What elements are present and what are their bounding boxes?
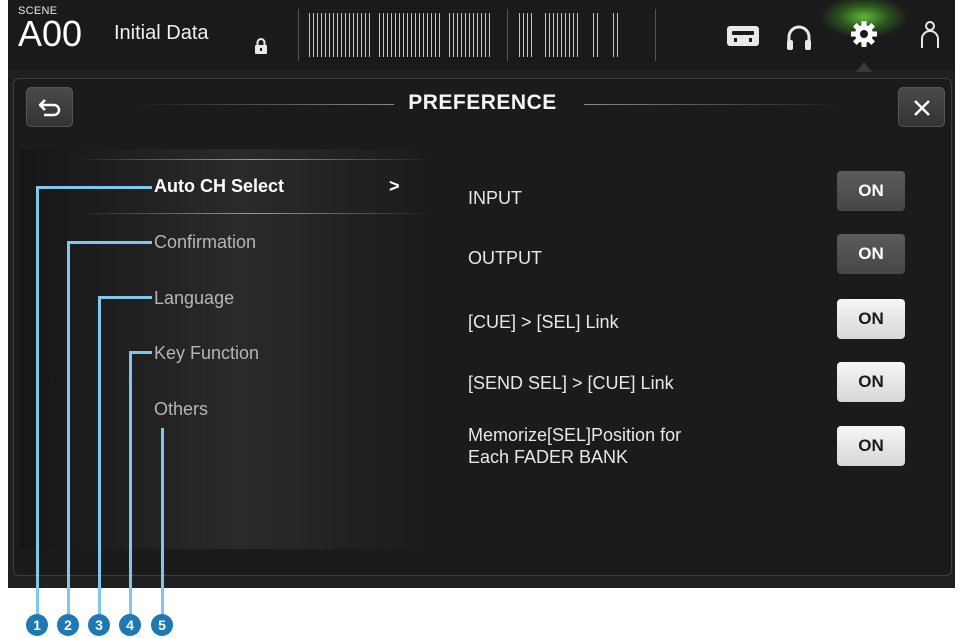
selection-bottom-line [74, 213, 434, 214]
toggle-output-on[interactable]: ON [837, 234, 905, 274]
menu-item-confirmation[interactable]: Confirmation [154, 232, 256, 253]
close-icon [914, 100, 930, 116]
channel-meter-bar [298, 9, 656, 61]
callout-1-leader [36, 186, 39, 626]
setting-label-send-sel-cue-link: [SEND SEL] > [CUE] Link [468, 373, 674, 393]
toggle-send-sel-cue-link-on[interactable]: ON [837, 362, 905, 402]
toggle-cue-sel-link-on[interactable]: ON [837, 299, 905, 339]
setting-label-line-1: Memorize[SEL]Position for [468, 425, 682, 445]
callout-number-5: 5 [151, 614, 173, 636]
meter-group-4 [519, 13, 533, 57]
menu-item-auto-ch-select[interactable]: Auto CH Select [154, 176, 284, 197]
preference-panel: PREFERENCE Auto CH Select > Confirmation… [13, 78, 952, 576]
callout-number-3: 3 [88, 614, 110, 636]
callout-4-leader [129, 351, 132, 626]
setting-label-input: INPUT [468, 188, 522, 208]
menu-item-key-function[interactable]: Key Function [154, 343, 259, 364]
callout-5-leader [161, 428, 164, 626]
setting-label-line-2: Each FADER BANK [468, 447, 629, 467]
lock-icon [255, 38, 267, 54]
back-arrow-icon [38, 99, 61, 117]
title-divider-right [584, 104, 844, 105]
callout-4-connector [129, 351, 152, 354]
callout-3-leader [98, 296, 101, 626]
back-button[interactable] [26, 87, 73, 127]
toggle-input-on[interactable]: ON [837, 171, 905, 211]
callout-number-1: 1 [26, 614, 48, 636]
callout-3-connector [98, 296, 152, 299]
meter-group-1 [309, 13, 371, 57]
callout-1-connector [36, 186, 152, 189]
setting-label-cue-sel-link: [CUE] > [SEL] Link [468, 312, 619, 332]
meter-separator [507, 9, 508, 61]
scene-name[interactable]: Initial Data [114, 22, 209, 45]
mixer-screen: SCENE A00 Initial Data PREFERENCE Auto C… [8, 0, 955, 588]
recorder-icon[interactable] [726, 24, 760, 48]
settings-pointer-icon [856, 62, 872, 72]
setting-label-memorize-sel-position: Memorize[SEL]Position for Each FADER BAN… [468, 424, 681, 468]
menu-selected-arrow: > [389, 176, 400, 196]
meter-group-6 [593, 13, 601, 57]
meter-group-3 [449, 13, 491, 57]
toggle-memorize-sel-position-on[interactable]: ON [837, 426, 905, 466]
meter-group-2 [379, 13, 441, 57]
top-bar: SCENE A00 Initial Data [8, 0, 955, 72]
selection-top-line [74, 159, 434, 160]
scene-number[interactable]: A00 [18, 14, 82, 54]
callout-2-leader [67, 241, 70, 626]
callout-number-2: 2 [57, 614, 79, 636]
callout-2-connector [67, 241, 152, 244]
page-title: PREFERENCE [408, 91, 557, 114]
close-button[interactable] [898, 87, 945, 127]
setting-label-output: OUTPUT [468, 248, 542, 268]
menu-item-others[interactable]: Others [154, 399, 208, 420]
settings-icon[interactable] [850, 20, 878, 48]
callout-number-4: 4 [119, 614, 141, 636]
meter-group-5 [545, 13, 581, 57]
menu-item-language[interactable]: Language [154, 288, 234, 309]
meter-group-7 [613, 13, 621, 57]
headphones-icon[interactable] [785, 24, 813, 52]
user-icon[interactable] [920, 20, 940, 50]
